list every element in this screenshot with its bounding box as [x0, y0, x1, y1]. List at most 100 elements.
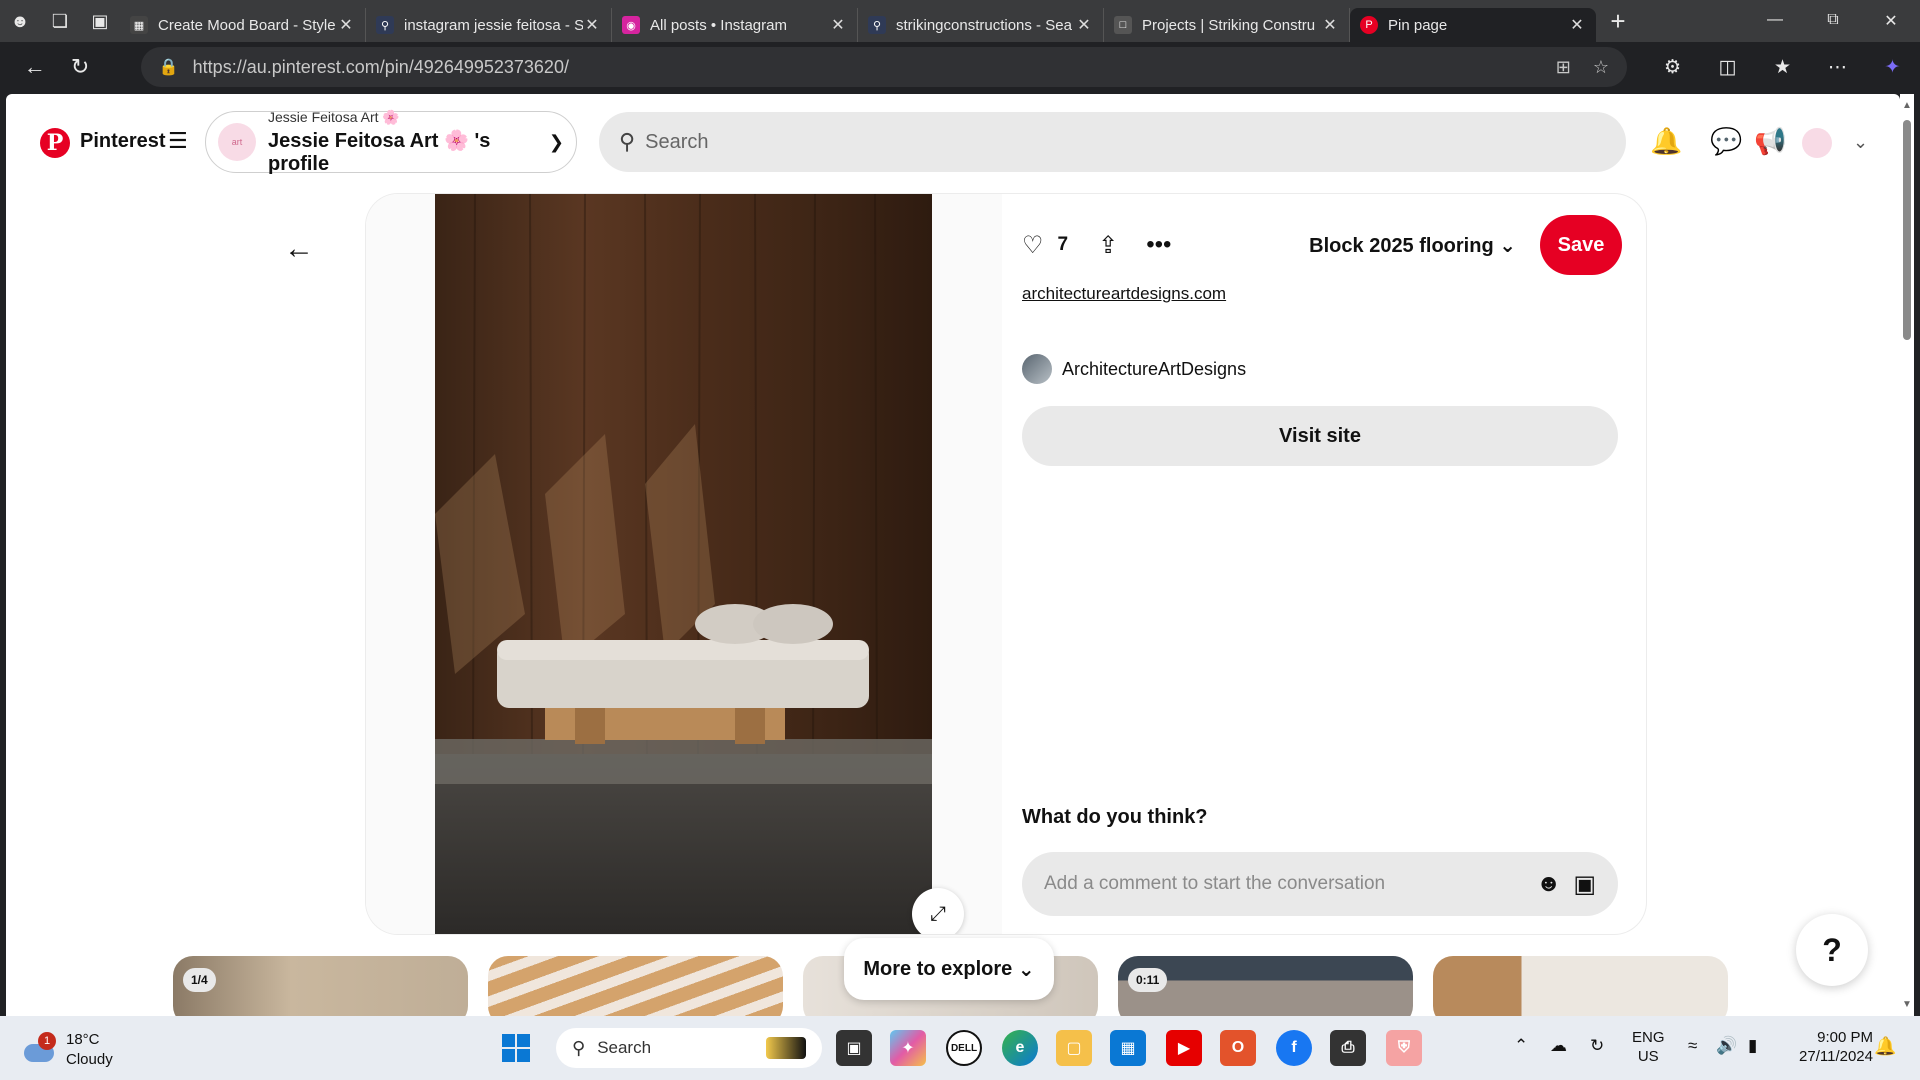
close-tab-icon[interactable]: ✕ — [583, 15, 601, 35]
weather-widget[interactable]: 1 18°C Cloudy — [20, 1030, 113, 1070]
clock-time: 9:00 PM — [1817, 1029, 1873, 1046]
close-tab-icon[interactable]: ✕ — [829, 15, 847, 35]
close-tab-icon[interactable]: ✕ — [1568, 15, 1586, 35]
page-scrollbar[interactable]: ▲ ▼ — [1900, 94, 1914, 1016]
taskbar-search[interactable]: ⚲ Search — [556, 1028, 822, 1068]
copilot-app-icon[interactable]: ✦ — [890, 1030, 926, 1066]
split-screen-icon[interactable]: ◫ — [1700, 56, 1755, 79]
brand-name[interactable]: Pinterest — [80, 130, 166, 153]
profile-switcher[interactable]: art Jessie Feitosa Art 🌸 Jessie Feitosa … — [205, 109, 577, 175]
back-icon[interactable]: ← — [12, 47, 57, 87]
explore-thumb[interactable] — [1433, 956, 1728, 1016]
creator-name[interactable]: ArchitectureArtDesigns — [1062, 359, 1246, 380]
explore-thumb[interactable]: 1/4 — [173, 956, 468, 1016]
task-view-icon[interactable]: ▣ — [836, 1030, 872, 1066]
browser-tab-1[interactable]: ▦ Create Mood Board - Style ✕ — [120, 8, 366, 42]
close-tab-icon[interactable]: ✕ — [1321, 15, 1339, 35]
facebook-icon[interactable]: f — [1276, 1030, 1312, 1066]
visit-site-button[interactable]: Visit site — [1022, 406, 1618, 466]
notification-center-icon[interactable]: 🔔 — [1874, 1036, 1896, 1057]
restore-icon[interactable]: ⧉ — [1804, 11, 1862, 31]
more-options-icon[interactable]: ⋯ — [1810, 56, 1865, 79]
search-input[interactable] — [645, 130, 1606, 154]
emoji-icon[interactable]: ☻ — [1536, 870, 1561, 898]
pinterest-header: P Pinterest ☰ art Jessie Feitosa Art 🌸 J… — [6, 94, 1900, 194]
app-available-icon[interactable]: ⊞ — [1556, 57, 1571, 78]
extensions-icon[interactable]: ⚙ — [1645, 56, 1700, 79]
like-count: 7 — [1057, 234, 1069, 255]
refresh-icon[interactable]: ↻ — [57, 47, 102, 87]
tab-actions-icon[interactable]: ▣ — [80, 0, 120, 42]
save-button[interactable]: Save — [1540, 215, 1622, 275]
comment-input[interactable] — [1044, 873, 1525, 895]
explore-thumb[interactable]: 0:11 — [1118, 956, 1413, 1016]
heart-icon[interactable]: ♡ — [1022, 231, 1044, 260]
source-link[interactable]: architectureartdesigns.com — [1022, 284, 1226, 304]
copilot-icon[interactable]: ✦ — [1865, 56, 1920, 79]
favorites-icon[interactable]: ★ — [1755, 56, 1810, 79]
volume-icon[interactable]: 🔊 — [1716, 1036, 1737, 1056]
url-bar[interactable]: 🔒 https://au.pinterest.com/pin/492649952… — [140, 47, 1627, 87]
wifi-icon[interactable]: ≈ — [1688, 1036, 1697, 1056]
help-button[interactable]: ? — [1796, 914, 1868, 986]
tab-title: Create Mood Board - Style — [158, 16, 336, 34]
board-select[interactable]: Block 2025 flooring ⌄ — [1309, 233, 1516, 258]
sync-icon[interactable]: ↻ — [1590, 1036, 1604, 1056]
updates-megaphone-icon[interactable]: 📢 — [1754, 126, 1786, 157]
edge-browser-icon[interactable]: e — [1002, 1030, 1038, 1066]
comment-box[interactable]: ☻ ▣ — [1022, 852, 1618, 916]
avatar[interactable] — [1802, 128, 1832, 158]
menu-icon[interactable]: ☰ — [168, 128, 188, 154]
back-arrow-icon[interactable]: ← — [284, 232, 314, 266]
windows-start-icon[interactable] — [502, 1034, 530, 1062]
browser-tab-3[interactable]: ◉ All posts • Instagram ✕ — [612, 8, 858, 42]
board-name: Block 2025 flooring — [1309, 234, 1494, 257]
temperature: 18°C — [66, 1031, 100, 1048]
expand-icon[interactable]: ⤢ — [912, 888, 964, 934]
scroll-up-icon[interactable]: ▲ — [1902, 100, 1912, 111]
account-chevron-down-icon[interactable]: ⌄ — [1853, 132, 1868, 153]
show-hidden-icons-icon[interactable]: ⌃ — [1514, 1036, 1528, 1056]
security-shield-icon[interactable]: ⛨ — [1386, 1030, 1422, 1066]
more-to-explore-button[interactable]: More to explore ⌄ — [844, 938, 1054, 1000]
close-tab-icon[interactable]: ✕ — [1075, 15, 1093, 35]
scrollbar-thumb[interactable] — [1903, 120, 1911, 340]
messages-icon[interactable]: 💬 — [1710, 126, 1742, 157]
youtube-icon[interactable]: ▶ — [1166, 1030, 1202, 1066]
new-tab-icon[interactable]: + — [1596, 6, 1640, 37]
battery-icon[interactable]: ▮ — [1748, 1036, 1757, 1056]
pinterest-logo-icon[interactable]: P — [40, 128, 70, 158]
browser-tab-active[interactable]: P Pin page ✕ — [1350, 8, 1596, 42]
chevron-down-icon[interactable]: ❯ — [549, 132, 564, 153]
office-icon[interactable]: O — [1220, 1030, 1256, 1066]
minimize-icon[interactable]: — — [1746, 11, 1804, 31]
favorite-star-icon[interactable]: ☆ — [1593, 57, 1609, 78]
image-upload-icon[interactable]: ▣ — [1573, 870, 1596, 899]
browser-tab-5[interactable]: □ Projects | Striking Constru ✕ — [1104, 8, 1350, 42]
notifications-bell-icon[interactable]: 🔔 — [1650, 126, 1682, 157]
url-text[interactable]: https://au.pinterest.com/pin/49264995237… — [193, 57, 1534, 78]
clock[interactable]: 9:00 PM 27/11/2024 — [1785, 1028, 1873, 1066]
scroll-down-icon[interactable]: ▼ — [1902, 999, 1912, 1010]
browser-tab-2[interactable]: ⚲ instagram jessie feitosa - S ✕ — [366, 8, 612, 42]
close-window-icon[interactable]: ✕ — [1862, 11, 1920, 31]
thumb-badge: 1/4 — [183, 968, 216, 992]
search-bar[interactable]: ⚲ — [599, 112, 1626, 172]
workspaces-icon[interactable]: ❏ — [40, 0, 80, 42]
input-language[interactable]: ENG US — [1632, 1028, 1665, 1066]
printer-app-icon[interactable]: ⎙ — [1330, 1030, 1366, 1066]
lang-region: US — [1637, 1048, 1659, 1065]
file-explorer-icon[interactable]: ▢ — [1056, 1030, 1092, 1066]
browser-profile-icon[interactable]: ☻ — [0, 0, 40, 42]
share-icon[interactable]: ⇪ — [1098, 231, 1118, 260]
onedrive-cloud-icon[interactable]: ☁ — [1550, 1036, 1567, 1056]
microsoft-store-icon[interactable]: ▦ — [1110, 1030, 1146, 1066]
pin-image[interactable] — [435, 194, 932, 934]
creator-row[interactable]: ArchitectureArtDesigns — [1022, 354, 1246, 384]
browser-tab-4[interactable]: ⚲ strikingconstructions - Sea ✕ — [858, 8, 1104, 42]
explore-thumb[interactable] — [488, 956, 783, 1016]
lock-icon[interactable]: 🔒 — [159, 57, 179, 77]
close-tab-icon[interactable]: ✕ — [337, 15, 355, 35]
more-options-icon[interactable]: ••• — [1146, 231, 1171, 259]
dell-app-icon[interactable]: DELL — [946, 1030, 982, 1066]
